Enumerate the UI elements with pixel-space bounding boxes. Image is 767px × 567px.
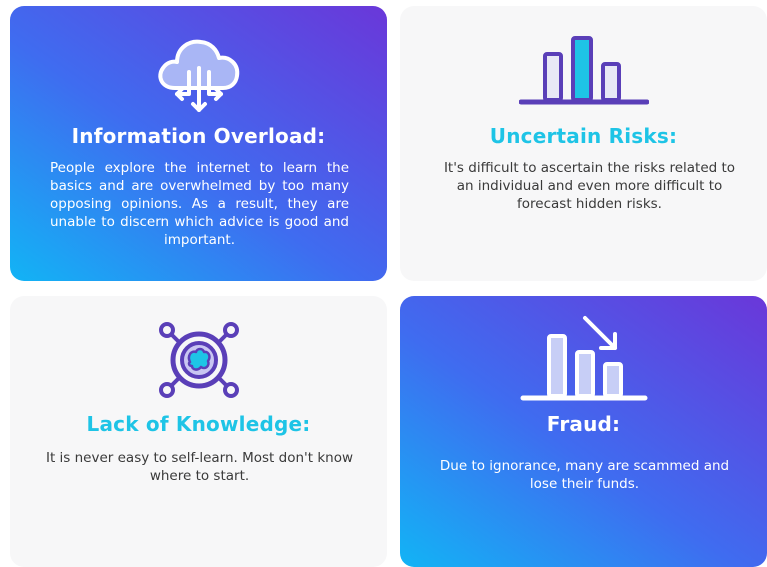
card-description: People explore the internet to learn the…: [50, 160, 349, 248]
card-fraud: Fraud: Due to ignorance, many are scamme…: [400, 296, 767, 567]
card-title: Fraud:: [546, 412, 621, 436]
card-title: Uncertain Risks:: [489, 124, 678, 148]
card-lack-of-knowledge: Lack of Knowledge: It is never easy to s…: [10, 296, 387, 567]
card-title: Information Overload:: [71, 124, 326, 148]
card-description: It's difficult to ascertain the risks re…: [443, 160, 736, 212]
card-information-overload: Information Overload: People explore the…: [10, 6, 387, 281]
cloud-download-icon: [10, 32, 387, 116]
declining-chart-icon: [400, 312, 767, 404]
bar-chart-icon: [400, 34, 767, 108]
card-uncertain-risks: Uncertain Risks: It's difficult to ascer…: [400, 6, 767, 281]
card-description: It is never easy to self-learn. Most don…: [45, 450, 353, 484]
brain-network-icon: [10, 312, 387, 408]
card-title: Lack of Knowledge:: [86, 412, 311, 436]
card-description: Due to ignorance, many are scammed and l…: [439, 458, 730, 492]
